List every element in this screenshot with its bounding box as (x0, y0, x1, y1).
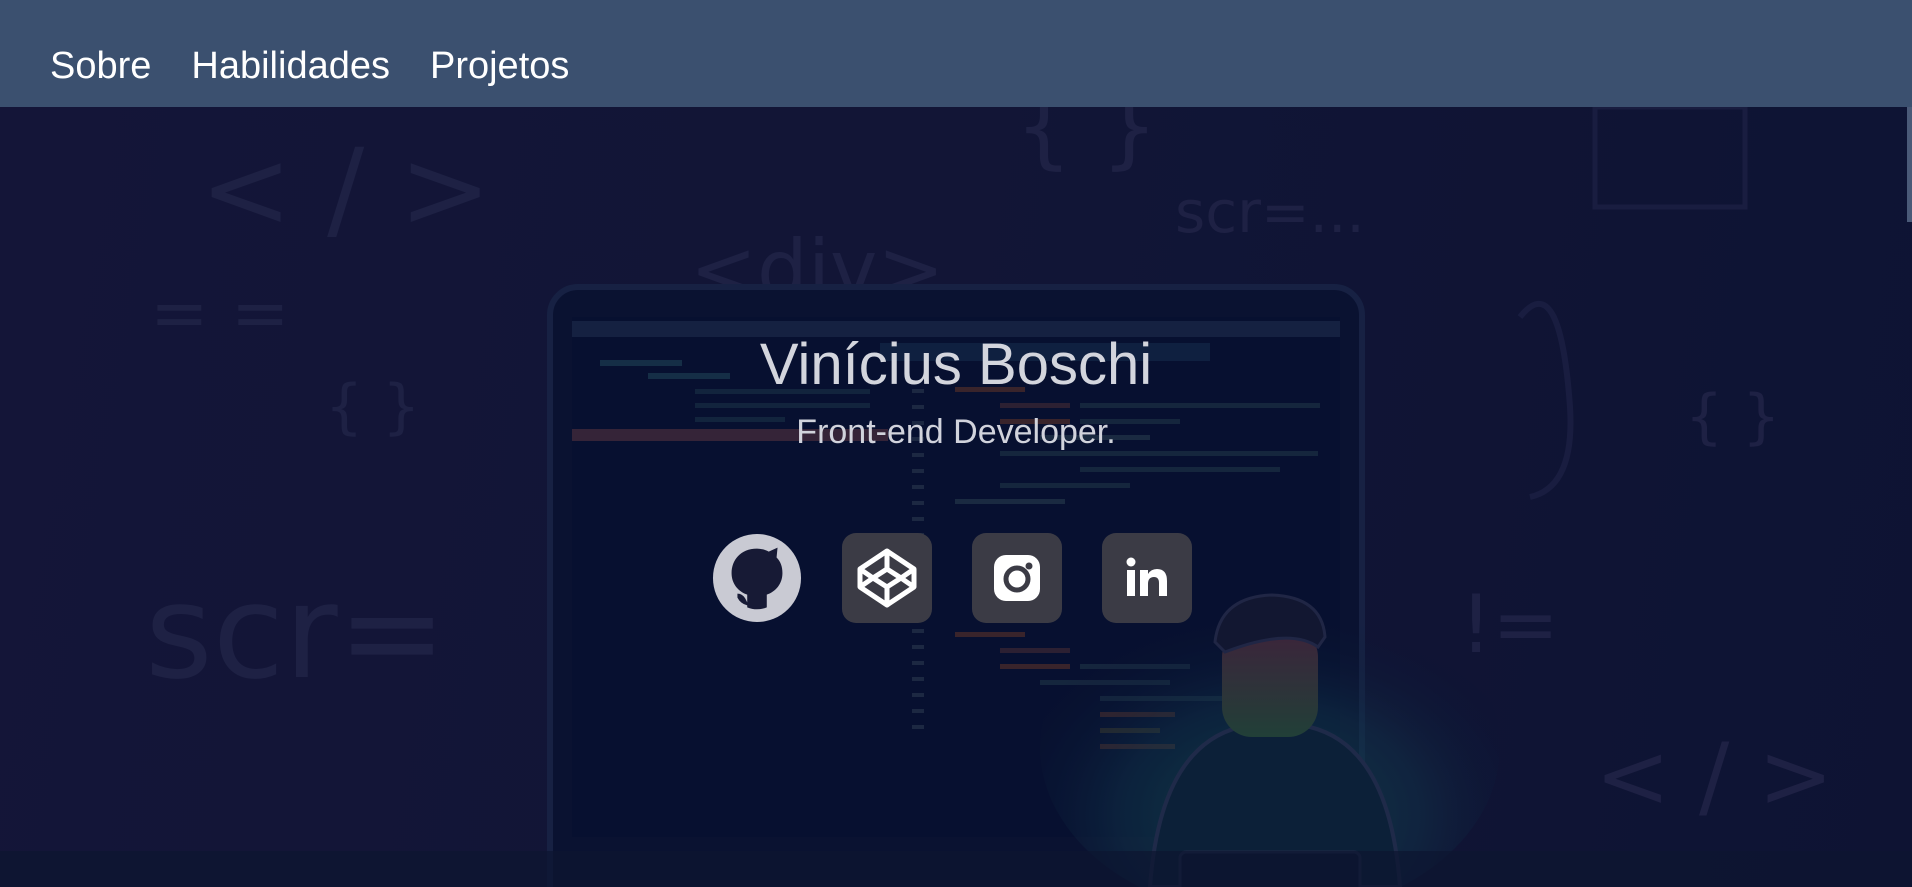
hero-name: Vinícius Boschi (759, 332, 1153, 397)
codepen-icon (857, 548, 917, 608)
page: Sobre Habilidades Projetos < / > { } scr… (0, 0, 1912, 887)
nav-item-sobre: Sobre (50, 44, 151, 88)
hero-bottom-strip (0, 851, 1912, 887)
linkedin-link[interactable] (1102, 533, 1192, 623)
instagram-icon (994, 555, 1040, 601)
social-links (712, 533, 1192, 623)
nav-link-habilidades[interactable]: Habilidades (191, 45, 390, 87)
hero-overlay (0, 107, 1912, 887)
github-link[interactable] (712, 533, 802, 623)
nav-item-projetos: Projetos (430, 44, 569, 88)
nav-item-habilidades: Habilidades (191, 44, 390, 88)
navbar: Sobre Habilidades Projetos (0, 0, 1912, 107)
nav-link-sobre[interactable]: Sobre (50, 45, 151, 87)
instagram-link[interactable] (972, 533, 1062, 623)
hero-background-illustration: < / > { } scr=... <div> = = { } scr= != … (0, 107, 1912, 887)
github-icon (712, 533, 802, 623)
hero-role: Front-end Developer. (796, 413, 1116, 451)
linkedin-icon (1126, 557, 1167, 596)
hero-section: < / > { } scr=... <div> = = { } scr= != … (0, 107, 1912, 887)
codepen-link[interactable] (842, 533, 932, 623)
nav-list: Sobre Habilidades Projetos (50, 44, 569, 88)
scrollbar-thumb[interactable] (1907, 107, 1912, 222)
nav-link-projetos[interactable]: Projetos (430, 45, 569, 87)
